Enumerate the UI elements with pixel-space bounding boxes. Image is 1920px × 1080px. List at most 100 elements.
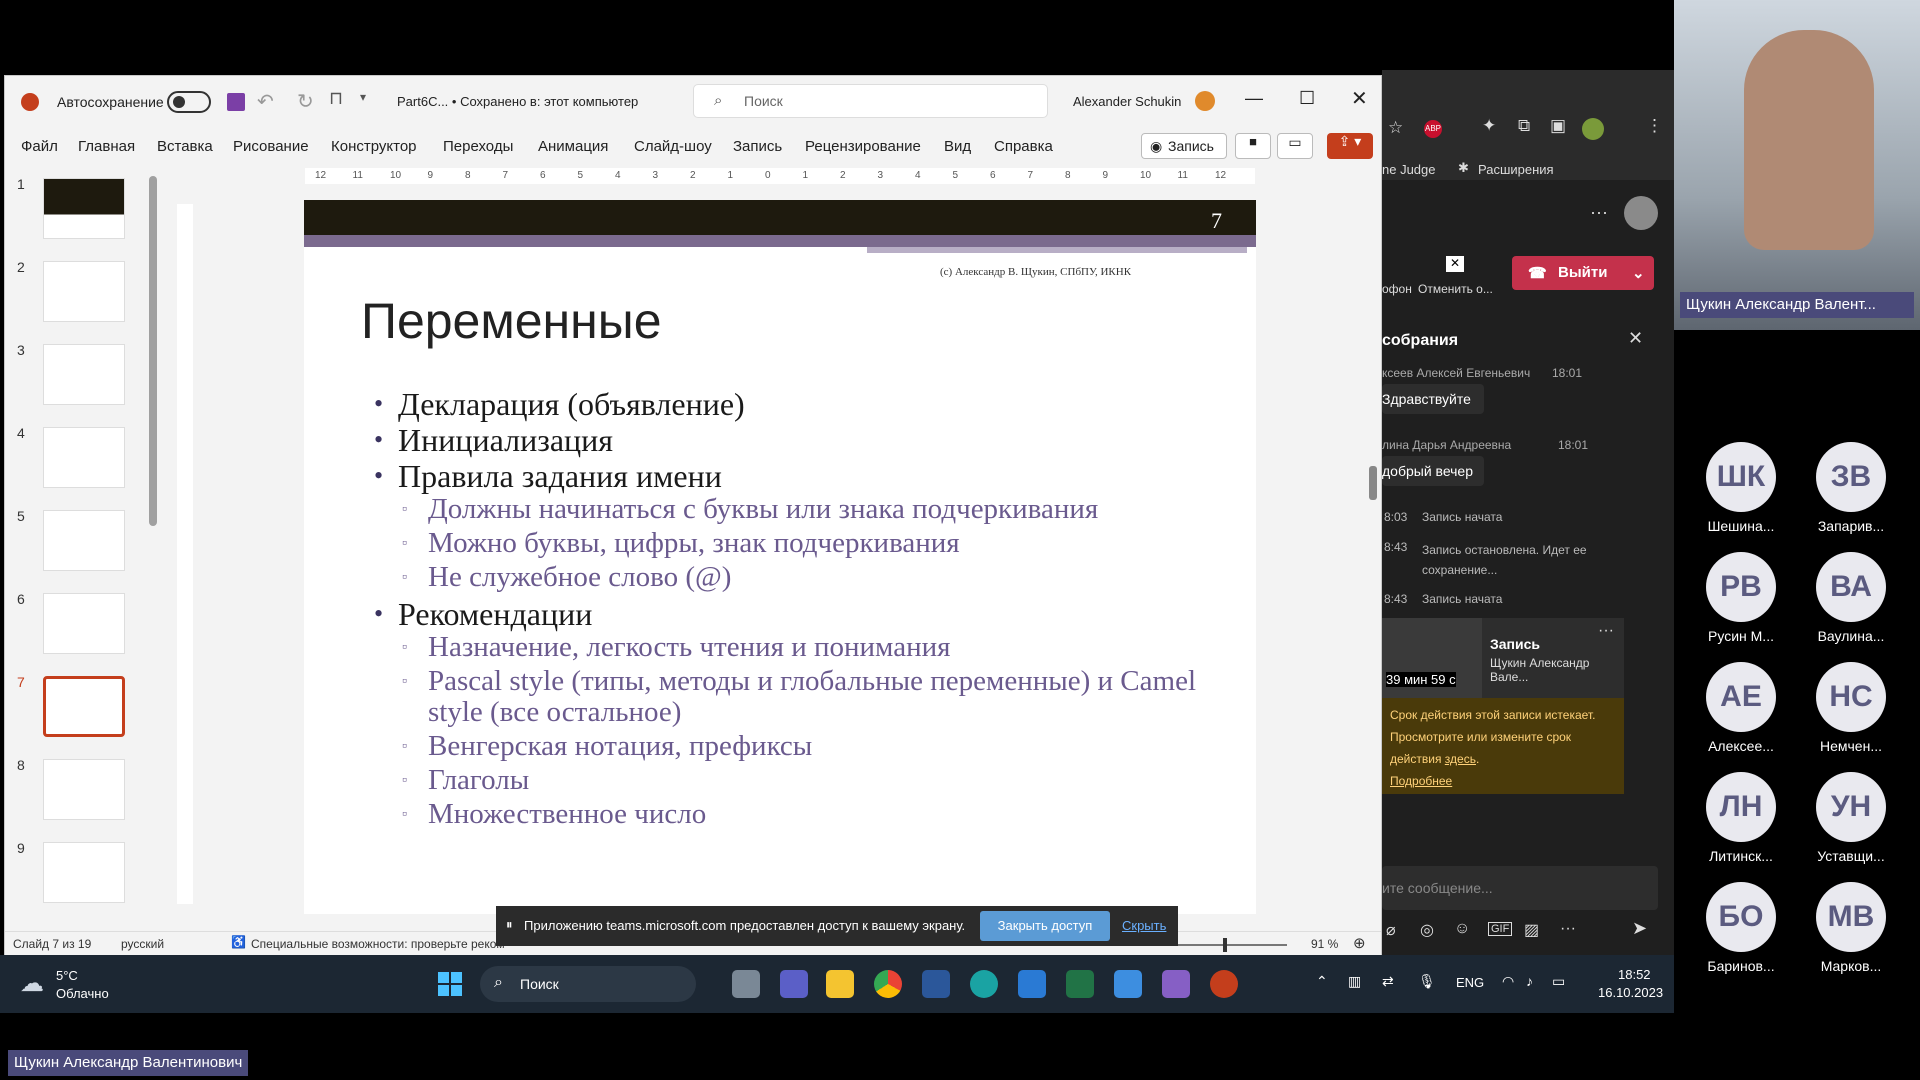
tab-home[interactable]: Главная bbox=[78, 138, 135, 155]
emoji-icon[interactable]: ☺ bbox=[1454, 920, 1470, 938]
record-button[interactable]: ◉ Запись bbox=[1141, 133, 1227, 159]
comments-button[interactable]: ▭ bbox=[1277, 133, 1313, 159]
leave-button[interactable]: ☎ Выйти ⌄ bbox=[1512, 256, 1654, 290]
participant-tile[interactable]: УН Уставщи... bbox=[1796, 772, 1906, 864]
volume-icon[interactable]: ♪ bbox=[1526, 973, 1533, 989]
adblock-icon[interactable]: ABP bbox=[1424, 120, 1442, 138]
undo-icon[interactable]: ↶ bbox=[257, 89, 274, 114]
menu-dots-icon[interactable]: ⋮ bbox=[1646, 116, 1663, 136]
participant-tile[interactable]: НС Немчен... bbox=[1796, 662, 1906, 754]
hide-banner-link[interactable]: Скрыть bbox=[1122, 918, 1166, 933]
participant-tile[interactable]: БО Баринов... bbox=[1686, 882, 1796, 974]
tab-transitions[interactable]: Переходы bbox=[443, 138, 513, 155]
editor-scrollbar[interactable] bbox=[1369, 466, 1377, 500]
customize-icon[interactable]: ▾ bbox=[360, 90, 366, 104]
participant-tile[interactable]: ЛН Литинск... bbox=[1686, 772, 1796, 864]
excel-icon[interactable] bbox=[1066, 970, 1094, 998]
tab-record[interactable]: Запись bbox=[733, 138, 782, 155]
participant-tile[interactable]: АЕ Алексее... bbox=[1686, 662, 1796, 754]
thumbs-scrollbar[interactable] bbox=[149, 176, 157, 526]
slide-thumbnail[interactable] bbox=[43, 261, 125, 322]
more-options-icon[interactable]: ··· bbox=[1590, 202, 1608, 223]
participant-tile[interactable]: РВ Русин М... bbox=[1686, 552, 1796, 644]
slide-thumbnail[interactable] bbox=[43, 759, 125, 820]
teams-taskbar-icon[interactable] bbox=[780, 970, 808, 998]
powerpoint-taskbar-icon[interactable] bbox=[1210, 970, 1238, 998]
slide-thumbnail[interactable] bbox=[43, 344, 125, 405]
user-name[interactable]: Alexander Schukin bbox=[1073, 94, 1181, 109]
maximize-icon[interactable]: ☐ bbox=[1299, 88, 1315, 109]
microphone-icon[interactable]: 🎙 bbox=[1418, 973, 1436, 990]
bookmark-judge[interactable]: ne Judge bbox=[1382, 162, 1436, 177]
slide-thumbnail[interactable] bbox=[43, 427, 125, 488]
camera-button[interactable]: ■ bbox=[1235, 133, 1271, 159]
tab-review[interactable]: Рецензирование bbox=[805, 138, 921, 155]
chrome-icon[interactable] bbox=[874, 970, 902, 998]
weather-desc[interactable]: Облачно bbox=[56, 986, 109, 1001]
slide-canvas[interactable]: 7 (с) Александр В. Щукин, СПбПУ, ИКНК Пе… bbox=[304, 200, 1256, 914]
slide-thumbnail[interactable] bbox=[43, 676, 125, 737]
teams-avatar[interactable] bbox=[1624, 196, 1658, 230]
zoom-slider[interactable] bbox=[1167, 938, 1287, 952]
zoom-level[interactable]: 91 % bbox=[1311, 937, 1338, 951]
tab-view[interactable]: Вид bbox=[944, 138, 971, 155]
profile-icon[interactable] bbox=[1582, 118, 1604, 140]
redo-icon[interactable]: ↻ bbox=[297, 89, 314, 114]
tray-settings-icon[interactable]: ⇄ bbox=[1382, 973, 1394, 990]
search-box[interactable]: ⌕ Поиск bbox=[693, 84, 1048, 118]
attach-icon[interactable]: ⌀ bbox=[1386, 920, 1396, 940]
participant-tile[interactable]: ШК Шешина... bbox=[1686, 442, 1796, 534]
tray-app-icon[interactable]: ▥ bbox=[1348, 973, 1361, 990]
cancel-icon[interactable]: ✕ bbox=[1446, 256, 1464, 272]
extension-icon[interactable]: ✦ bbox=[1482, 116, 1496, 136]
sidebar-icon[interactable]: ▣ bbox=[1550, 116, 1566, 136]
slide-thumbnail[interactable] bbox=[43, 510, 125, 571]
puzzle-icon[interactable]: ⧉ bbox=[1518, 116, 1530, 136]
chat-close-icon[interactable]: ✕ bbox=[1628, 328, 1643, 349]
autosave-toggle[interactable] bbox=[167, 91, 211, 113]
fit-slide-icon[interactable]: ⊕ bbox=[1353, 934, 1366, 952]
recording-card[interactable]: 39 мин 59 с Запись Щукин Александр Вале.… bbox=[1382, 618, 1624, 698]
tab-help[interactable]: Справка bbox=[994, 138, 1053, 155]
language-indicator[interactable]: русский bbox=[121, 937, 164, 951]
user-avatar[interactable] bbox=[1195, 91, 1215, 111]
compose-box[interactable]: ите сообщение... bbox=[1382, 866, 1658, 910]
visual-studio-icon[interactable] bbox=[1162, 970, 1190, 998]
leave-dropdown-icon[interactable]: ⌄ bbox=[1632, 264, 1645, 282]
mail-icon[interactable] bbox=[1018, 970, 1046, 998]
file-explorer-icon[interactable] bbox=[826, 970, 854, 998]
tab-insert[interactable]: Вставка bbox=[157, 138, 213, 155]
notepad-icon[interactable] bbox=[1114, 970, 1142, 998]
share-button[interactable]: ⇪ ▾ bbox=[1327, 133, 1373, 159]
edge-icon[interactable] bbox=[970, 970, 998, 998]
stop-sharing-button[interactable]: Закрыть доступ bbox=[980, 911, 1110, 941]
task-view-icon[interactable] bbox=[732, 970, 760, 998]
accessibility-status[interactable]: Специальные возможности: проверьте реком bbox=[251, 937, 505, 951]
expiry-link-more[interactable]: Подробнее bbox=[1390, 774, 1452, 788]
participant-tile[interactable]: ЗВ Запарив... bbox=[1796, 442, 1906, 534]
tray-chevron-icon[interactable]: ⌃ bbox=[1316, 973, 1328, 990]
word-icon[interactable] bbox=[922, 970, 950, 998]
wifi-icon[interactable]: ◠ bbox=[1502, 973, 1514, 990]
send-icon[interactable]: ➤ bbox=[1632, 918, 1647, 939]
input-language[interactable]: ENG bbox=[1456, 975, 1484, 990]
tab-design[interactable]: Конструктор bbox=[331, 138, 417, 155]
bookmark-star-icon[interactable]: ☆ bbox=[1388, 118, 1403, 138]
minimize-icon[interactable]: — bbox=[1245, 88, 1263, 109]
sticker-icon[interactable]: ▨ bbox=[1524, 920, 1539, 940]
gif-icon[interactable]: GIF bbox=[1488, 922, 1513, 936]
cancel-label[interactable]: Отменить о... bbox=[1418, 282, 1493, 296]
more-actions-icon[interactable]: ··· bbox=[1560, 920, 1576, 938]
participant-tile[interactable]: МВ Марков... bbox=[1796, 882, 1906, 974]
save-icon[interactable] bbox=[227, 93, 245, 111]
battery-icon[interactable]: ▭ bbox=[1552, 973, 1565, 990]
clock-time[interactable]: 18:52 bbox=[1618, 967, 1651, 982]
weather-temp[interactable]: 5°C bbox=[56, 968, 78, 983]
expiry-link-here[interactable]: здесь bbox=[1445, 752, 1476, 766]
document-title[interactable]: Part6C... • Сохранено в: этот компьютер bbox=[397, 94, 638, 109]
taskbar-search[interactable]: ⌕ Поиск bbox=[480, 966, 696, 1002]
present-icon[interactable]: ⊓ bbox=[329, 88, 343, 109]
tab-draw[interactable]: Рисование bbox=[233, 138, 309, 155]
loop-icon[interactable]: ◎ bbox=[1420, 920, 1434, 940]
bookmark-extensions[interactable]: Расширения bbox=[1478, 162, 1554, 177]
